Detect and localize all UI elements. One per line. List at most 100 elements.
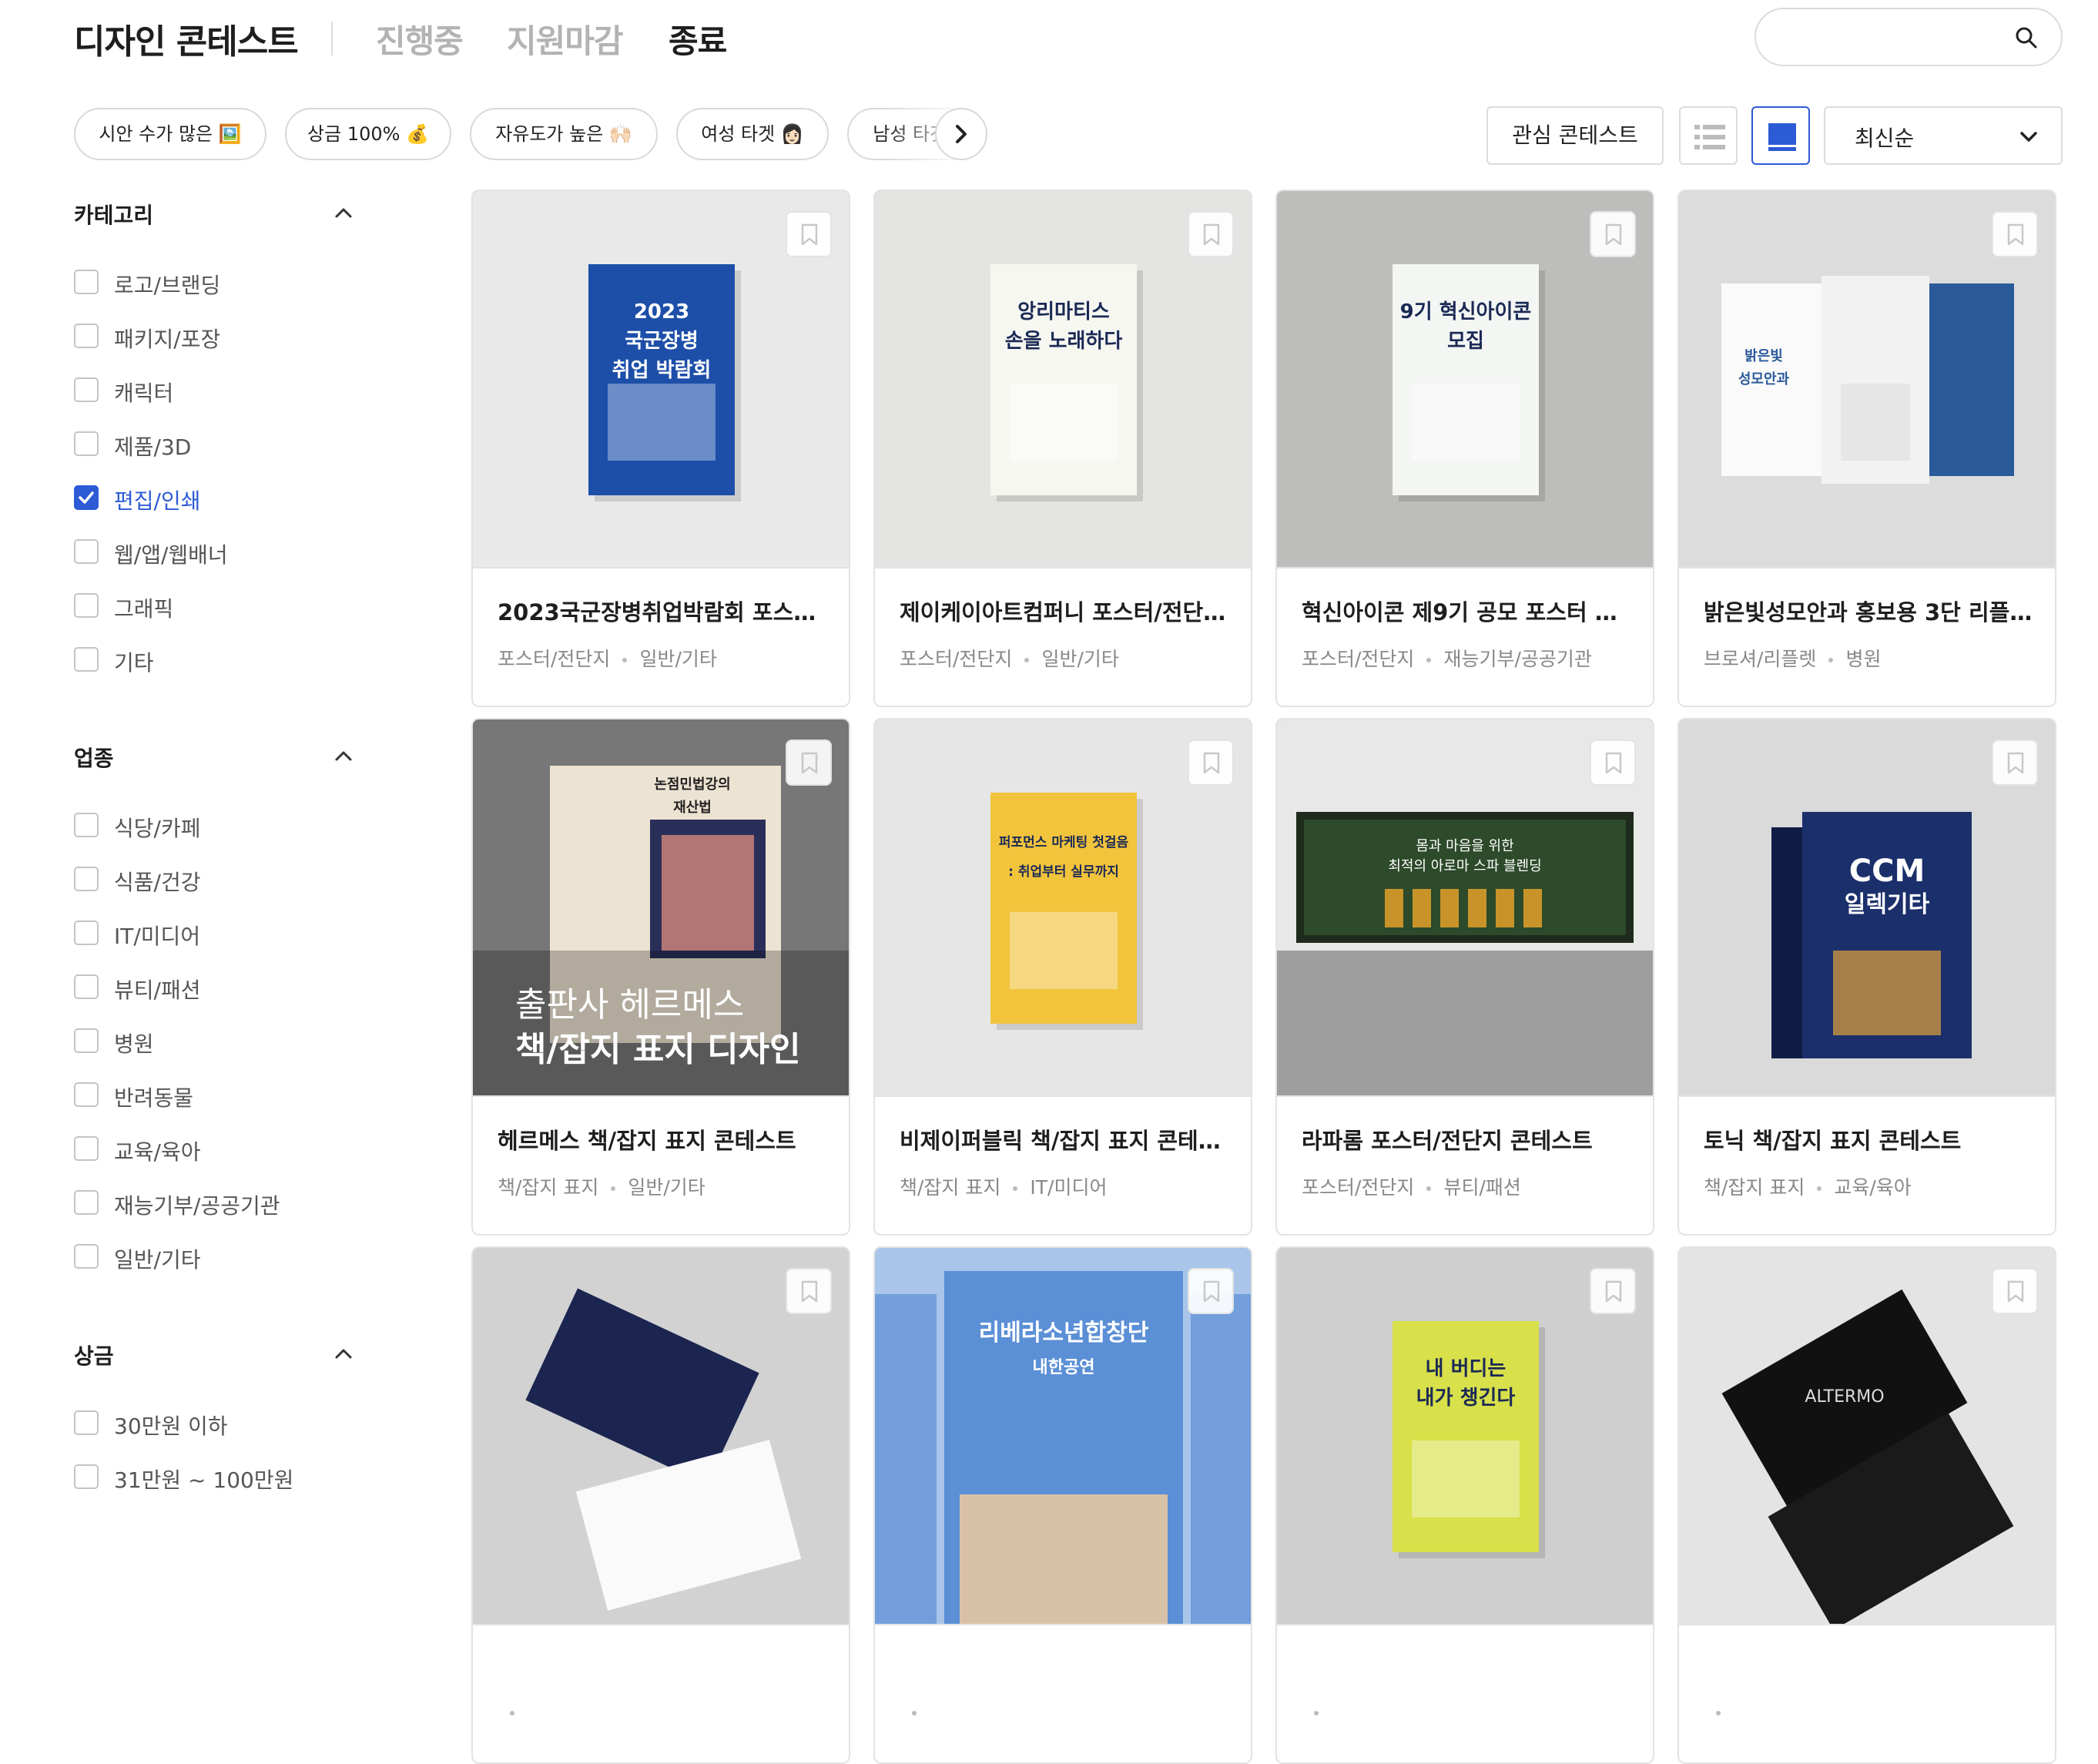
category-option[interactable]: 제품/3D	[74, 427, 367, 461]
checkbox[interactable]	[74, 813, 99, 837]
checkbox[interactable]	[74, 867, 99, 891]
checkbox[interactable]	[74, 324, 99, 348]
checkbox[interactable]	[74, 1136, 99, 1161]
category-option[interactable]: 편집/인쇄	[74, 481, 367, 515]
industry-header[interactable]: 업종	[74, 736, 367, 774]
category-option[interactable]: 웹/앱/웹배너	[74, 535, 367, 568]
checkbox[interactable]	[74, 1410, 99, 1435]
industry-option[interactable]: 식품/건강	[74, 862, 367, 896]
industry-option[interactable]: 뷰티/패션	[74, 970, 367, 1004]
card-thumbnail[interactable]: 논점민법강의 재산법 출판사 헤르메스 책/잡지 표지 디자인	[473, 719, 849, 1095]
category-option[interactable]: 기타	[74, 642, 367, 676]
prize-header[interactable]: 상금	[74, 1333, 367, 1372]
favorite-contests-button[interactable]: 관심 콘테스트	[1486, 106, 1664, 165]
bookmark-button[interactable]	[1992, 1268, 2038, 1314]
bookmark-button[interactable]	[1188, 1268, 1234, 1314]
checkbox[interactable]	[74, 1464, 99, 1489]
contest-card[interactable]: 앙리마티스손을 노래하다제이케이아트컴퍼니 포스터/전단지 콘테스트포스터/전단…	[873, 189, 1252, 707]
contest-card[interactable]: 리베라소년합창단 내한공연	[873, 1246, 1252, 1764]
checkbox[interactable]	[74, 539, 99, 564]
contest-card[interactable]: CCM 일렉기타 토닉 책/잡지 표지 콘테스트 책/잡지 표지 교육/육아	[1677, 718, 2056, 1236]
checkbox[interactable]	[74, 1028, 99, 1053]
contest-card[interactable]: 밝은빛성모안과밝은빛성모안과 홍보용 3단 리플렛 콘테스트브로셔/리플렛 병원	[1677, 189, 2056, 707]
checkbox[interactable]	[74, 974, 99, 999]
card-thumbnail[interactable]	[473, 1248, 849, 1624]
search-input[interactable]	[1778, 20, 2004, 55]
card-thumbnail[interactable]: 몸과 마음을 위한 최적의 아로마 스파 블렌딩	[1277, 719, 1653, 1095]
industry-option[interactable]: IT/미디어	[74, 916, 367, 950]
checkbox[interactable]	[74, 431, 99, 456]
chip-many-drafts[interactable]: 시안 수가 많은 🖼️	[74, 108, 266, 160]
card-title[interactable]: 라파롬 포스터/전단지 콘테스트	[1302, 1123, 1633, 1155]
bookmark-button[interactable]	[1188, 739, 1234, 786]
category-option[interactable]: 캐릭터	[74, 373, 367, 407]
contest-card[interactable]: ALTERMO	[1677, 1246, 2056, 1764]
card-title[interactable]: 2023국군장병취업박람회 포스터/전단지	[498, 595, 829, 627]
card-thumbnail[interactable]: CCM 일렉기타	[1679, 719, 2055, 1095]
bookmark-button[interactable]	[786, 739, 832, 786]
category-option[interactable]: 패키지/포장	[74, 319, 367, 353]
industry-option[interactable]: 재능기부/공공기관	[74, 1186, 367, 1219]
checkbox[interactable]	[74, 921, 99, 945]
card-title[interactable]: 비제이퍼블릭 책/잡지 표지 콘테스트	[900, 1123, 1231, 1155]
checkbox[interactable]	[74, 485, 99, 510]
chip-high-freedom[interactable]: 자유도가 높은 🙌🏻	[470, 108, 658, 160]
bookmark-button[interactable]	[1590, 739, 1636, 786]
category-option[interactable]: 그래픽	[74, 589, 367, 622]
industry-option[interactable]: 병원	[74, 1024, 367, 1058]
industry-option[interactable]: 교육/육아	[74, 1132, 367, 1165]
prize-option[interactable]: 31만원 ~ 100만원	[74, 1460, 367, 1494]
checkbox[interactable]	[74, 1190, 99, 1215]
chip-scroll-next-button[interactable]	[935, 108, 987, 160]
contest-card[interactable]: 몸과 마음을 위한 최적의 아로마 스파 블렌딩 라파롬 포스터/전단지 콘테스트 포…	[1275, 718, 1654, 1236]
contest-card[interactable]: 2023 국군장병취업 박람회 2023국군장병취업박람회 포스터/전단지포스터/전…	[471, 189, 850, 707]
tab-in-progress[interactable]: 진행중	[376, 15, 464, 62]
search-box[interactable]	[1754, 8, 2063, 66]
card-thumbnail[interactable]: 퍼포먼스 마케팅 첫걸음: 취업부터 실무까지	[875, 719, 1251, 1095]
chip-full-prize[interactable]: 상금 100% 💰	[285, 108, 451, 160]
bookmark-button[interactable]	[1590, 1268, 1636, 1314]
checkbox[interactable]	[74, 270, 99, 294]
bookmark-button[interactable]	[1992, 211, 2038, 257]
bookmark-button[interactable]	[786, 211, 832, 257]
bookmark-button[interactable]	[1188, 211, 1234, 257]
industry-option[interactable]: 반려동물	[74, 1078, 367, 1112]
checkbox[interactable]	[74, 1082, 99, 1107]
checkbox[interactable]	[74, 647, 99, 672]
card-thumbnail[interactable]: 밝은빛 성모안과	[1679, 191, 2055, 567]
card-title[interactable]: 밝은빛성모안과 홍보용 3단 리플렛 콘테스트	[1704, 595, 2035, 627]
card-thumbnail[interactable]: 앙리마티스 손을 노래하다	[875, 191, 1251, 567]
industry-option[interactable]: 일반/기타	[74, 1239, 367, 1273]
card-thumbnail[interactable]: ALTERMO	[1679, 1248, 2055, 1624]
tab-ended[interactable]: 종료	[669, 15, 727, 62]
card-title[interactable]: 혁신아이콘 제9기 공모 포스터 콘테스트	[1302, 595, 1633, 627]
bookmark-button[interactable]	[786, 1268, 832, 1314]
checkbox[interactable]	[74, 377, 99, 402]
category-option[interactable]: 로고/브랜딩	[74, 265, 367, 299]
card-thumbnail[interactable]: 내 버디는 내가 챙긴다	[1277, 1248, 1653, 1624]
contest-card[interactable]: 퍼포먼스 마케팅 첫걸음: 취업부터 실무까지비제이퍼블릭 책/잡지 표지 콘테…	[873, 718, 1252, 1236]
industry-option[interactable]: 식당/카페	[74, 808, 367, 842]
bookmark-button[interactable]	[1992, 739, 2038, 786]
contest-card[interactable]: 내 버디는 내가 챙긴다	[1275, 1246, 1654, 1764]
card-title[interactable]: 제이케이아트컴퍼니 포스터/전단지 콘테스트	[900, 595, 1231, 627]
category-header[interactable]: 카테고리	[74, 193, 367, 231]
sort-dropdown[interactable]: 최신순	[1824, 106, 2063, 165]
checkbox[interactable]	[74, 593, 99, 618]
prize-option[interactable]: 30만원 이하	[74, 1406, 367, 1440]
card-title[interactable]: 토닉 책/잡지 표지 콘테스트	[1704, 1123, 2035, 1155]
grid-view-button[interactable]	[1751, 106, 1810, 165]
card-thumbnail[interactable]: 9기 혁신아이콘 모집	[1277, 191, 1653, 567]
contest-card[interactable]	[471, 1246, 850, 1764]
card-thumbnail[interactable]: 리베라소년합창단 내한공연	[875, 1248, 1251, 1624]
contest-card[interactable]: 9기 혁신아이콘모집혁신아이콘 제9기 공모 포스터 콘테스트포스터/전단지 재능…	[1275, 189, 1654, 707]
card-thumbnail[interactable]: 2023 국군장병 취업 박람회	[473, 191, 849, 567]
search-icon[interactable]	[2013, 25, 2039, 51]
chip-female-target[interactable]: 여성 타겟 👩🏻	[676, 108, 829, 160]
bookmark-button[interactable]	[1590, 211, 1636, 257]
tab-closed-applications[interactable]: 지원마감	[507, 15, 624, 62]
checkbox[interactable]	[74, 1244, 99, 1269]
list-view-button[interactable]	[1679, 106, 1738, 165]
contest-card[interactable]: 논점민법강의 재산법 출판사 헤르메스 책/잡지 표지 디자인헤르메스 책/잡지 표지…	[471, 718, 850, 1236]
card-title[interactable]: 헤르메스 책/잡지 표지 콘테스트	[498, 1123, 829, 1155]
